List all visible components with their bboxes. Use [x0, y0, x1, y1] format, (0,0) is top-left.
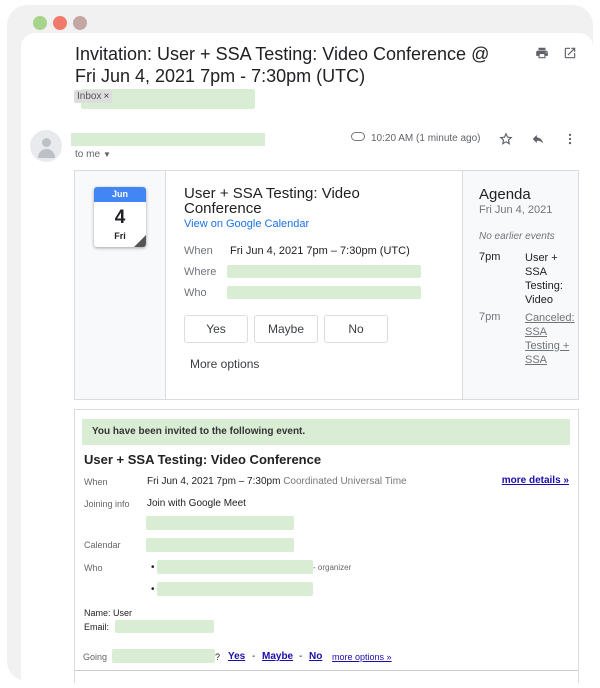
rsvp-no-button[interactable]: No: [324, 315, 388, 343]
event-details: User + SSA Testing: Video Conference Vie…: [165, 171, 463, 399]
going-no-link[interactable]: No: [309, 651, 322, 662]
email-label: Email:: [84, 622, 110, 632]
agenda-date: Fri Jun 4, 2021: [479, 204, 553, 216]
redacted-joining-info: [146, 516, 294, 530]
when-value: Fri Jun 4, 2021 7pm – 7:30pm (UTC): [230, 245, 410, 257]
open-in-new-icon[interactable]: [563, 46, 577, 60]
view-on-calendar-link[interactable]: View on Google Calendar: [184, 218, 309, 230]
joining-info-label: Joining info: [84, 499, 130, 509]
invite-banner: You have been invited to the following e…: [82, 419, 570, 445]
going-maybe-link[interactable]: Maybe: [262, 651, 293, 662]
bullet-icon: •: [151, 562, 155, 573]
redacted-organizer: [157, 560, 313, 574]
attachment-icon: [351, 132, 365, 141]
redacted-going: [112, 649, 215, 663]
agenda-item-title[interactable]: User + SSA Testing: Video Conference: [525, 251, 577, 307]
invitation-body: You have been invited to the following e…: [74, 409, 579, 683]
browser-frame: Invitation: User + SSA Testing: Video Co…: [7, 5, 593, 683]
label-tag-inbox[interactable]: Inbox ×: [74, 90, 113, 103]
join-meet-link[interactable]: Join with Google Meet: [147, 498, 246, 509]
event-title: User + SSA Testing: Video Conference: [184, 185, 360, 217]
reply-icon[interactable]: [531, 132, 545, 146]
recipient-details[interactable]: to me ▼: [75, 149, 111, 160]
redacted-where: [227, 265, 421, 278]
cal-fold-icon: [134, 235, 146, 247]
cal-day: 4: [114, 207, 126, 228]
agenda-item-title[interactable]: Canceled: SSA Testing + SSA Testing: ...: [525, 311, 577, 367]
email-subject: Invitation: User + SSA Testing: Video Co…: [75, 43, 515, 110]
going-separator: -: [252, 651, 256, 662]
sender-avatar[interactable]: [30, 130, 62, 162]
agenda-title: Agenda: [479, 186, 531, 203]
redacted-email: [115, 620, 214, 633]
redacted-calendar: [146, 538, 294, 552]
event-card: Jun 4 Fri User + SSA Testing: Video Conf…: [74, 170, 579, 400]
more-options-button[interactable]: More options: [190, 357, 259, 371]
invite-event-title: User + SSA Testing: Video Conference: [84, 452, 322, 467]
invite-when-label: When: [84, 477, 108, 487]
remove-label-icon[interactable]: ×: [103, 91, 109, 102]
invite-when-time: Fri Jun 4, 2021 7pm – 7:30pm: [147, 476, 281, 487]
redacted-who: [227, 286, 421, 299]
who-label: Who: [184, 287, 207, 299]
print-icon[interactable]: [535, 46, 549, 60]
agenda-item-time: 7pm: [479, 251, 501, 263]
invite-when-timezone: Coordinated Universal Time: [283, 476, 407, 487]
email-view: Invitation: User + SSA Testing: Video Co…: [21, 33, 593, 683]
window-dot-green[interactable]: [33, 16, 47, 30]
invite-when-value: Fri Jun 4, 2021 7pm – 7:30pm Coordinated…: [147, 476, 407, 487]
email-subject-text: Invitation: User + SSA Testing: Video Co…: [75, 44, 490, 86]
chevron-down-icon[interactable]: ▼: [103, 150, 111, 159]
redacted-sender-name: [71, 133, 265, 146]
window-dot-red[interactable]: [53, 16, 67, 30]
calendar-date-icon: Jun 4 Fri: [94, 187, 146, 247]
divider: [75, 670, 578, 671]
star-icon[interactable]: [499, 132, 513, 146]
bullet-icon: •: [151, 584, 155, 595]
redacted-guest: [157, 582, 313, 596]
when-label: When: [184, 245, 213, 257]
organizer-label: - organizer: [313, 563, 352, 572]
avatar-body: [38, 149, 55, 158]
rsvp-maybe-button[interactable]: Maybe: [254, 315, 318, 343]
calendar-label: Calendar: [84, 540, 121, 550]
recipient-text: to me: [75, 149, 101, 160]
message-time: 10:20 AM (1 minute ago): [371, 133, 481, 144]
going-question-mark: ?: [215, 652, 221, 662]
going-yes-link[interactable]: Yes: [228, 651, 245, 662]
window-dot-gray[interactable]: [73, 16, 87, 30]
more-details-link[interactable]: more details »: [502, 475, 569, 486]
label-tag-text: Inbox: [77, 91, 102, 102]
agenda-no-earlier: No earlier events: [479, 231, 555, 242]
name-line: Name: User: [84, 608, 133, 618]
cal-month: Jun: [94, 187, 146, 202]
avatar-head: [42, 138, 51, 147]
going-separator: -: [299, 651, 303, 662]
rsvp-yes-button[interactable]: Yes: [184, 315, 248, 343]
going-label: Going: [83, 652, 108, 662]
more-vert-icon[interactable]: [563, 132, 577, 146]
more-options-link[interactable]: more options »: [332, 652, 392, 662]
invite-who-label: Who: [84, 563, 103, 573]
agenda-item-time: 7pm: [479, 311, 501, 323]
where-label: Where: [184, 266, 217, 278]
